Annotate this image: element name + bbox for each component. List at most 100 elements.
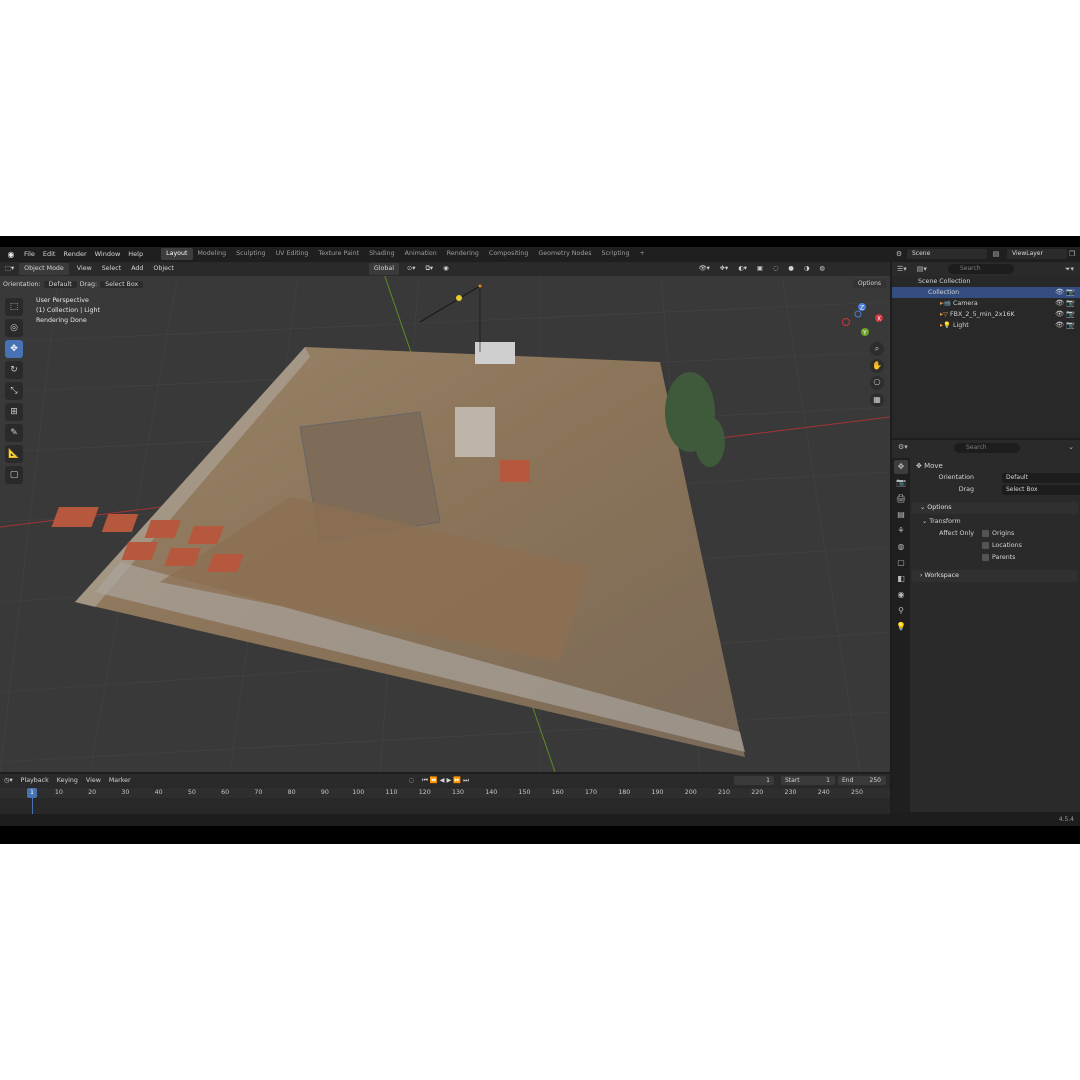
eye-icon[interactable]: 👁 xyxy=(1055,320,1064,331)
properties-editor-icon[interactable]: ⚙▾ xyxy=(898,443,908,451)
light-object[interactable] xyxy=(456,295,462,301)
camera-render-icon[interactable]: 📷 xyxy=(1066,309,1075,320)
move-tool-icon[interactable]: ✥ xyxy=(5,340,23,358)
shading-wireframe-icon[interactable]: ◌ xyxy=(768,263,784,275)
menu-edit[interactable]: Edit xyxy=(39,250,60,258)
shading-rendered-icon[interactable]: ◍ xyxy=(814,263,830,275)
orientation-dropdown[interactable]: Default xyxy=(43,280,77,288)
data-tab-icon[interactable]: 💡 xyxy=(894,620,908,634)
parents-checkbox[interactable]: Parents xyxy=(982,552,1015,564)
orientation-dropdown[interactable]: Default xyxy=(1002,473,1080,483)
tab-compositing[interactable]: Compositing xyxy=(484,248,533,260)
list-item[interactable]: ▸▽ FBX_2_5_min_2x16K 👁 📷 xyxy=(892,309,1080,320)
eye-icon[interactable]: 👁 xyxy=(1055,309,1064,320)
menu-timeline-view[interactable]: View xyxy=(82,777,105,784)
drag-dropdown[interactable]: Select Box xyxy=(100,280,144,288)
frame-ruler[interactable]: 10 20 30 40 50 60 70 80 90 100 110 120 130 140 150 160 1… xyxy=(0,788,890,798)
constraints-tab-icon[interactable]: ⚲ xyxy=(894,604,908,618)
outliner-editor-icon[interactable]: ☰▾ xyxy=(892,265,912,273)
shading-material-icon[interactable]: ◑ xyxy=(799,263,815,275)
menu-add[interactable]: Add xyxy=(126,263,148,275)
gizmo-toggle-icon[interactable]: ✥▾ xyxy=(715,263,733,275)
menu-object[interactable]: Object xyxy=(148,263,179,275)
scene-tab-icon[interactable]: ⚘ xyxy=(894,524,908,538)
render-tab-icon[interactable]: 📷 xyxy=(894,476,908,490)
end-frame-field[interactable]: End 250 xyxy=(838,776,886,785)
menu-window[interactable]: Window xyxy=(91,250,125,258)
list-item[interactable]: ▸💡 Light 👁 📷 xyxy=(892,320,1080,331)
transform-orientation-dropdown[interactable]: Global xyxy=(368,263,399,275)
3d-viewport[interactable]: Z X Y ⬚▾ Object Mode View Select Add Obj… xyxy=(0,262,890,772)
mode-selector[interactable]: Object Mode xyxy=(19,263,69,275)
object-tab-icon[interactable]: ◧ xyxy=(894,572,908,586)
menu-select[interactable]: Select xyxy=(97,263,126,275)
camera-render-icon[interactable]: 📷 xyxy=(1066,287,1075,298)
add-workspace-button[interactable]: + xyxy=(635,248,650,260)
tab-uv-editing[interactable]: UV Editing xyxy=(271,248,314,260)
menu-view[interactable]: View xyxy=(72,263,97,275)
view-layer-tab-icon[interactable]: ▤ xyxy=(894,508,908,522)
tab-shading[interactable]: Shading xyxy=(364,248,400,260)
add-cube-tool-icon[interactable]: ▢ xyxy=(5,466,23,484)
current-frame-field[interactable]: 1 xyxy=(734,776,774,785)
xray-icon[interactable]: ▣ xyxy=(752,263,768,275)
tool-tab-icon[interactable]: ✥ xyxy=(894,460,908,474)
auto-keying-icon[interactable]: ◌ xyxy=(405,777,419,784)
options-panel-header[interactable]: ⌄ Options xyxy=(912,502,1078,514)
menu-marker[interactable]: Marker xyxy=(105,777,135,784)
scene-icon[interactable]: ⚙ xyxy=(894,249,904,259)
origins-checkbox[interactable]: Origins xyxy=(982,528,1014,540)
tab-texture-paint[interactable]: Texture Paint xyxy=(313,248,364,260)
collection-tab-icon[interactable]: ▢ xyxy=(894,556,908,570)
visibility-icon[interactable]: 👁▾ xyxy=(694,263,715,275)
view-layer-field[interactable]: ViewLayer xyxy=(1007,249,1067,259)
snap-icon[interactable]: ⧉▾ xyxy=(420,263,438,275)
editor-type-icon[interactable]: ⬚▾ xyxy=(0,263,19,275)
workspace-panel-header[interactable]: › Workspace xyxy=(912,570,1078,582)
measure-tool-icon[interactable]: 📐 xyxy=(5,445,23,463)
tab-sculpting[interactable]: Sculpting xyxy=(231,248,270,260)
view-layer-icon[interactable]: ▤ xyxy=(991,249,1001,259)
tab-animation[interactable]: Animation xyxy=(400,248,442,260)
menu-render[interactable]: Render xyxy=(59,250,90,258)
world-tab-icon[interactable]: ◍ xyxy=(894,540,908,554)
scene-collection-row[interactable]: Scene Collection xyxy=(892,276,1080,287)
shading-solid-icon[interactable]: ● xyxy=(783,263,799,275)
drag-dropdown[interactable]: Select Box xyxy=(1002,485,1080,495)
menu-file[interactable]: File xyxy=(20,250,39,258)
rotate-tool-icon[interactable]: ↻ xyxy=(5,361,23,379)
playhead-line[interactable] xyxy=(32,798,33,814)
start-frame-field[interactable]: Start 1 xyxy=(781,776,835,785)
navigation-gizmo[interactable]: Z X Y xyxy=(842,303,884,337)
options-button[interactable]: Options xyxy=(852,279,886,288)
cursor-tool-icon[interactable]: ◎ xyxy=(5,319,23,337)
timeline-editor-icon[interactable]: ◷▾ xyxy=(0,777,17,784)
camera-render-icon[interactable]: 📷 xyxy=(1066,320,1075,331)
eye-icon[interactable]: 👁 xyxy=(1055,298,1064,309)
pan-hand-icon[interactable]: ✋ xyxy=(870,359,884,373)
eye-icon[interactable]: 👁 xyxy=(1055,287,1064,298)
filter-icon[interactable]: ⏷▾ xyxy=(1065,265,1074,274)
zoom-icon[interactable]: ⌕ xyxy=(870,342,884,356)
blender-logo-icon[interactable]: ◉ xyxy=(4,248,18,260)
locations-checkbox[interactable]: Locations xyxy=(982,540,1022,552)
scene-field[interactable]: Scene xyxy=(907,249,987,259)
collection-row[interactable]: Collection 👁 📷 xyxy=(892,287,1080,298)
annotate-tool-icon[interactable]: ✎ xyxy=(5,424,23,442)
pivot-icon[interactable]: ⊙▾ xyxy=(402,263,420,275)
tab-layout[interactable]: Layout xyxy=(161,248,193,260)
tab-modeling[interactable]: Modeling xyxy=(193,248,232,260)
tab-rendering[interactable]: Rendering xyxy=(442,248,484,260)
outliner-search-input[interactable]: Search xyxy=(948,264,1014,274)
transform-subpanel-header[interactable]: ⌄ Transform xyxy=(912,516,1078,528)
scale-tool-icon[interactable]: ⤡ xyxy=(5,382,23,400)
output-tab-icon[interactable]: 🖨 xyxy=(894,492,908,506)
select-box-tool-icon[interactable]: ⬚ xyxy=(5,298,23,316)
camera-view-icon[interactable]: ⎔ xyxy=(870,376,884,390)
display-mode-icon[interactable]: ▤▾ xyxy=(912,265,932,273)
menu-keying[interactable]: Keying xyxy=(53,777,82,784)
perspective-grid-icon[interactable]: ▦ xyxy=(870,393,884,407)
proportional-edit-icon[interactable]: ◉ xyxy=(438,263,454,275)
menu-playback[interactable]: Playback xyxy=(17,777,53,784)
playback-controls[interactable]: ⏮ ⏪ ◀ ▶ ⏩ ⏭ xyxy=(418,776,473,785)
